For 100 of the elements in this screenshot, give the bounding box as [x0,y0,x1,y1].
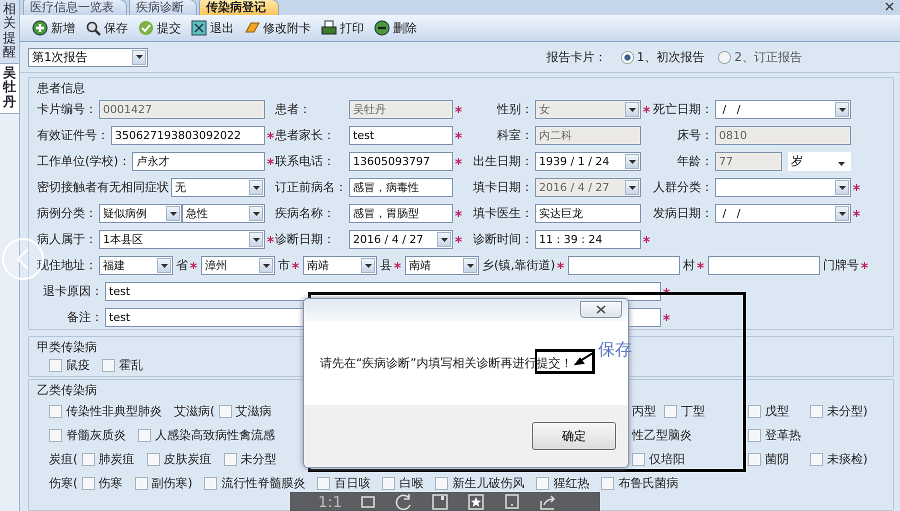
checkbox[interactable]: 艾滋病 [218,402,272,420]
close-icon[interactable] [885,2,894,11]
group-title: 患者信息 [37,81,85,95]
category-label: 丙型 [632,402,657,420]
checkbox[interactable]: 新生儿破伤风 [435,474,524,492]
radio-option[interactable]: 2、订正报告 [718,48,802,66]
dropdown-arrow-icon [252,212,260,216]
checkbox[interactable]: 戊型 [748,402,798,420]
dropdown[interactable]: 1939 / 1 / 24 [535,152,641,171]
field-label: 填卡日期： [472,179,534,196]
dropdown-arrow-icon [170,212,176,216]
dropdown[interactable]: 南靖 [405,256,479,275]
field-label: 诊断日期： [275,231,336,248]
toolbar-button[interactable]: 退出 [191,20,234,36]
search-icon [85,20,101,36]
toolbar-button[interactable]: 打印 [321,20,364,36]
checkbox[interactable]: 肺炭疽 [82,450,135,468]
dropdown[interactable]: 无 [171,178,265,197]
checkbox[interactable]: 未分型) [810,402,868,420]
tab[interactable]: 医疗信息一览表 [23,0,127,15]
toolbar-button[interactable]: 提交 [138,20,181,36]
sidebar-tab[interactable]: 相关提醒 [0,0,19,64]
checkbox[interactable]: 鼠疫 [49,356,90,374]
dropdown[interactable]: 急性 [182,204,265,223]
checkmark-icon [138,20,154,36]
dropdown[interactable]: 漳州 [201,256,275,275]
checkbox[interactable]: 登革热 [748,426,801,444]
dropdown[interactable] [715,178,851,197]
input-field[interactable]: 卢永才 [132,152,265,171]
dropdown[interactable]: / / [715,204,851,223]
dropdown[interactable]: 第1次报告 [28,48,148,66]
checkbox[interactable]: 丁型 [664,402,736,420]
category-label: 艾滋病( [174,402,215,420]
checkbox[interactable]: 霍乱 [102,356,143,374]
dialog-message: 请先在“疾病诊断”内填写相关诊断再进行提交！ [320,354,572,372]
plus-icon [32,20,48,36]
dropdown-arrow-icon [838,186,846,190]
field-label: 疾病名称： [275,205,336,222]
checkbox[interactable]: 未痰检) [810,450,868,468]
ok-button[interactable]: 确定 [532,422,616,450]
minus-icon [374,20,390,36]
group-title: 甲类传染病 [37,340,97,354]
radio-option[interactable]: 1、初次报告 [620,48,704,66]
input-field[interactable] [708,256,820,275]
dropdown-arrow-icon [628,108,636,112]
dropdown-arrow-icon [252,186,260,190]
checkbox[interactable]: 百日咳 [317,474,370,492]
checkbox[interactable]: 猩红热 [536,474,590,492]
dropdown-arrow-icon [136,55,142,59]
field-label: 市 [278,257,290,274]
input-field[interactable]: 感冒，病毒性 [349,178,453,197]
input-field[interactable]: 13605093797 [349,152,453,171]
checkbox[interactable]: 传染性非典型肺炎 [49,402,162,420]
checkbox[interactable]: 流行性脊髓膜炎 [204,474,306,492]
dialog-close-button[interactable] [580,301,622,318]
checkbox[interactable]: 布鲁氏菌病 [601,474,678,492]
dropdown[interactable]: 1本县区 [99,230,265,249]
pointer-arrow [574,352,594,366]
field-label: 床号： [676,127,714,144]
category-label: 性乙型脑炎 [632,426,693,444]
dropdown[interactable]: 疑似病例 [99,204,182,223]
toolbar-button[interactable]: 删除 [374,20,417,36]
dropdown-arrow-icon [838,108,846,112]
dropdown-arrow-icon [466,264,474,268]
checkbox[interactable]: 皮肤炭疽 [146,450,212,468]
input-field[interactable] [568,256,680,275]
dropdown[interactable]: / / [715,100,851,119]
field-label: 备注： [66,309,104,326]
input-field[interactable]: 感冒，胃肠型 [349,204,453,223]
toolbar-button[interactable]: 保存 [85,20,128,36]
group-title: 乙类传染病 [37,383,97,397]
field-label: 有效证件号： [37,127,110,144]
field-label: 病例分类： [37,205,98,222]
dropdown[interactable]: 岁 [788,152,851,171]
dropdown[interactable]: 福建 [99,256,173,275]
toolbar-button[interactable]: 修改附卡 [244,20,311,36]
sidebar-tab[interactable]: 吴牡丹 [0,64,19,114]
dropdown-arrow-icon [628,160,636,164]
checkbox[interactable]: 未分型 [224,450,277,468]
field-label: 患者家长： [275,127,336,144]
dropdown-arrow-icon [160,264,168,268]
save-icon[interactable] [430,492,450,511]
printer-icon [321,20,337,36]
checkbox[interactable]: 副伤寒) [134,474,192,492]
input-field[interactable]: 350627193803092022 [111,126,265,145]
checkbox[interactable]: 脊髓灰质炎 [49,426,126,444]
checkbox[interactable]: 伤寒 [82,474,123,492]
input-field[interactable]: 11 : 39 : 24 [535,230,641,249]
checkbox[interactable]: 仅培阳 [632,450,736,468]
tab[interactable]: 传染病登记 [199,0,279,15]
input-field[interactable]: 实达巨龙 [535,204,641,223]
checkbox[interactable]: 白喉 [382,474,424,492]
category-label: 伤寒( [49,474,78,492]
dropdown[interactable]: 2016 / 4 / 27 [349,230,453,249]
input-field[interactable]: test [349,126,453,145]
toolbar-button[interactable]: 新增 [32,20,75,36]
dropdown[interactable]: 南靖 [303,256,377,275]
checkbox[interactable]: 人感染高致病性禽流感 [138,426,275,444]
checkbox[interactable]: 菌阴 [748,450,798,468]
tab[interactable]: 疾病诊断 [129,0,197,15]
